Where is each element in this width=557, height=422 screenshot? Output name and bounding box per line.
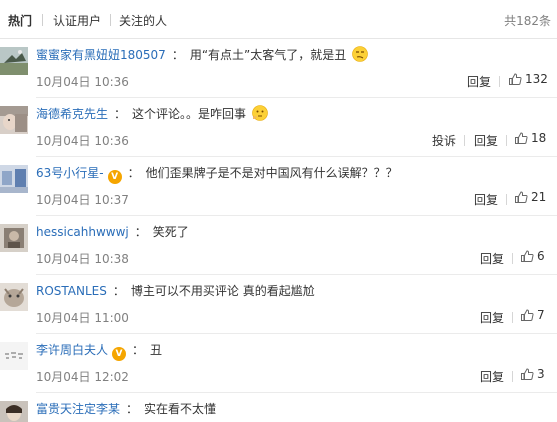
comment-text: 博主可以不用买评论 真的看起尴尬: [130, 284, 315, 298]
reply-button[interactable]: 回复: [474, 132, 498, 149]
username[interactable]: 富贵天注定李某: [36, 402, 120, 416]
comment-time: 10月04日 10:38: [36, 252, 129, 266]
comment-text: 这个评论。。是咋回事: [132, 107, 247, 121]
reply-button[interactable]: 回复: [480, 368, 504, 385]
comment-filter-tabs: 热门 认证用户 关注的人 共182条: [0, 0, 557, 39]
smirk-emoji-icon: [352, 46, 368, 62]
username[interactable]: 李许周白夫人: [36, 343, 108, 357]
like-count: 132: [525, 72, 548, 86]
comment-count: 共182条: [504, 14, 551, 28]
comment-item: 李许周白夫人 V：丑 10月04日 12:02 回复 3: [0, 334, 557, 393]
comment-item: 蜜蜜家有黑妞妞180507：用“有点土”太客气了，就是丑 10月04日 10:3…: [0, 39, 557, 98]
comment-text: 他们歪果牌子是不是对中国风有什么误解？？？: [145, 166, 398, 180]
avatar[interactable]: [0, 47, 28, 75]
reply-button[interactable]: 回复: [480, 250, 504, 267]
avatar[interactable]: [0, 283, 28, 311]
thumbs-up-icon: [521, 368, 534, 380]
tab-divider: [42, 14, 43, 26]
tab-divider: [110, 14, 111, 26]
avatar[interactable]: [0, 224, 28, 252]
comment-text: 实在看不太懂: [144, 402, 217, 416]
comment-time: 10月04日 12:02: [36, 370, 129, 384]
reply-button[interactable]: 回复: [480, 309, 504, 326]
comment-time: 10月04日 10:37: [36, 193, 129, 207]
avatar[interactable]: [0, 165, 28, 193]
like-count: 3: [537, 367, 545, 381]
comment-time: 10月04日 10:36: [36, 134, 129, 148]
comment-text: 笑死了: [152, 225, 189, 239]
tab-following[interactable]: 关注的人: [119, 12, 167, 29]
avatar[interactable]: [0, 342, 28, 370]
thumbs-up-icon: [515, 132, 528, 144]
username[interactable]: hessicahhwwwj: [36, 225, 129, 239]
username[interactable]: 蜜蜜家有黑妞妞180507: [36, 48, 166, 62]
reply-button[interactable]: 回复: [474, 191, 498, 208]
avatar[interactable]: [0, 401, 28, 422]
username[interactable]: 海德希克先生: [36, 107, 108, 121]
like-count: 6: [537, 249, 545, 263]
tab-hot[interactable]: 热门: [8, 12, 32, 29]
thumbs-up-icon: [521, 309, 534, 321]
comment-item: ROSTANLES：博主可以不用买评论 真的看起尴尬 10月04日 11:00 …: [0, 275, 557, 334]
like-button[interactable]: 6: [520, 249, 545, 267]
like-count: 7: [537, 308, 545, 322]
comment-text: 丑: [150, 343, 163, 357]
thumbs-up-icon: [521, 250, 534, 262]
like-button[interactable]: 7: [520, 308, 545, 326]
avatar[interactable]: [0, 106, 28, 134]
like-count: 21: [531, 190, 547, 204]
thumbs-up-icon: [509, 73, 522, 85]
comment-item: hessicahhwwwj：笑死了 10月04日 10:38 回复 6: [0, 216, 557, 275]
like-button[interactable]: 132: [508, 72, 548, 90]
comment-item: 海德希克先生：这个评论。。是咋回事 10月04日 10:36 投诉 回复 18: [0, 98, 557, 157]
thumbs-up-icon: [515, 191, 528, 203]
like-count: 18: [531, 131, 547, 145]
username[interactable]: 63号小行星-: [36, 166, 104, 180]
comment-time: 10月04日 10:36: [36, 75, 129, 89]
like-button[interactable]: 18: [514, 131, 546, 149]
comment-text: 用“有点土”太客气了，就是丑: [189, 48, 347, 62]
verified-badge-icon: V: [107, 170, 122, 184]
like-button[interactable]: 21: [514, 190, 546, 208]
reply-button[interactable]: 回复: [467, 73, 491, 90]
tab-verified-users[interactable]: 认证用户: [53, 12, 101, 29]
username[interactable]: ROSTANLES: [36, 284, 107, 298]
report-button[interactable]: 投诉: [432, 132, 456, 149]
verified-badge-icon: V: [112, 347, 127, 361]
comment-item: 63号小行星- V：他们歪果牌子是不是对中国风有什么误解？？？ 10月04日 10…: [0, 157, 557, 216]
like-button[interactable]: 3: [520, 367, 545, 385]
comment-item: 富贵天注定李某：实在看不太懂: [0, 393, 557, 422]
comment-time: 10月04日 11:00: [36, 311, 129, 325]
thinking-emoji-icon: [252, 105, 268, 121]
